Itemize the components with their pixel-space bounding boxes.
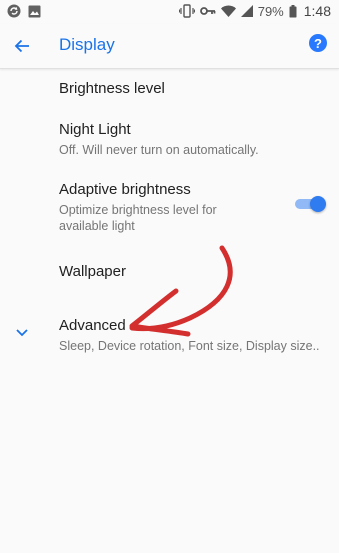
- clock: 1:48: [303, 3, 331, 19]
- wifi-icon: [220, 5, 236, 17]
- status-bar: 79% 1:48: [0, 0, 339, 24]
- vibrate-icon: [178, 4, 195, 18]
- setting-summary: Sleep, Device rotation, Font size, Displ…: [59, 339, 320, 353]
- setting-night-light[interactable]: Night Light Off. Will never turn on auto…: [59, 120, 329, 158]
- setting-summary: Optimize brightness level for available …: [59, 203, 217, 233]
- display-settings-screen: 79% 1:48 Display ? Brightness level Nigh…: [0, 0, 339, 553]
- chevron-down-icon[interactable]: [14, 324, 30, 340]
- battery-percent: 79%: [257, 3, 284, 19]
- setting-adaptive-brightness[interactable]: Adaptive brightness Optimize brightness …: [59, 180, 289, 234]
- page-title: Display: [59, 35, 115, 54]
- setting-title: Night Light: [59, 121, 131, 138]
- app-bar: Display ?: [0, 24, 339, 69]
- battery-icon: [289, 4, 297, 17]
- toggle-thumb: [310, 196, 326, 212]
- back-button[interactable]: [10, 34, 34, 58]
- image-icon: [28, 5, 41, 17]
- setting-advanced[interactable]: Advanced Sleep, Device rotation, Font si…: [59, 316, 331, 354]
- setting-wallpaper[interactable]: Wallpaper: [59, 262, 329, 281]
- key-icon: [199, 7, 216, 15]
- setting-title: Wallpaper: [59, 263, 126, 280]
- help-icon: ?: [314, 35, 322, 51]
- setting-title: Brightness level: [59, 80, 165, 97]
- sync-icon: [7, 4, 21, 18]
- setting-title: Advanced: [59, 317, 126, 334]
- setting-brightness-level[interactable]: Brightness level: [59, 79, 329, 98]
- setting-summary: Off. Will never turn on automatically.: [59, 143, 259, 157]
- help-button[interactable]: ?: [309, 34, 327, 52]
- arrow-left-icon: [14, 39, 29, 53]
- setting-title: Adaptive brightness: [59, 181, 191, 198]
- signal-icon: [240, 5, 253, 17]
- adaptive-brightness-toggle[interactable]: [295, 196, 326, 212]
